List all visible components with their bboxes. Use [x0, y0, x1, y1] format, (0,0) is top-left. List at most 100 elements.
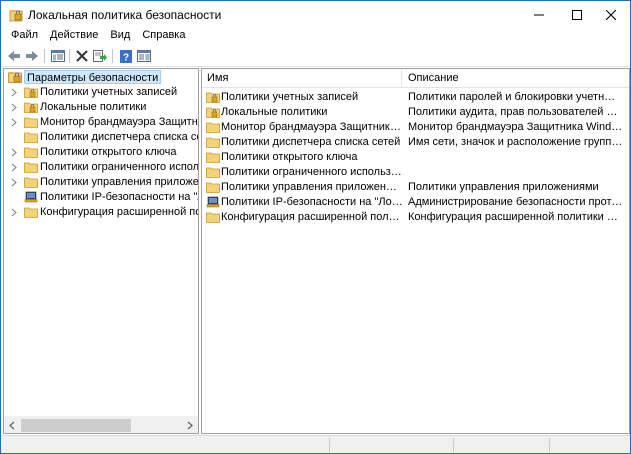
tree-item-ip-security[interactable]: Политики IP-безопасности на "Локальный к… [4, 190, 198, 205]
menu-file[interactable]: Файл [1, 29, 44, 45]
tree-item-network-list-manager[interactable]: Политики диспетчера списка сетей [4, 130, 198, 145]
status-divider [329, 438, 330, 452]
list-item[interactable]: Политики управления приложениями Политик… [202, 180, 629, 195]
tree-item-account-policies[interactable]: Политики учетных записей [4, 85, 198, 100]
list-item[interactable]: Политики открытого ключа [202, 150, 629, 165]
folder-icon [24, 177, 38, 188]
folder-icon [24, 147, 38, 158]
tree-item-label: Политики управления приложениями [40, 176, 199, 188]
folder-lock-icon [24, 102, 38, 113]
tree-item-application-control[interactable]: Политики управления приложениями [4, 175, 198, 190]
forward-button[interactable] [23, 47, 41, 65]
tree-item-label: Локальные политики [40, 101, 147, 113]
folder-lock-icon [24, 87, 38, 98]
horizontal-scrollbar[interactable] [4, 416, 198, 433]
forward-arrow-icon [26, 51, 38, 61]
menu-help[interactable]: Справка [136, 29, 191, 45]
status-bar [1, 435, 630, 453]
scroll-left-icon[interactable] [8, 421, 16, 430]
chevron-right-icon[interactable] [10, 208, 18, 217]
menu-view[interactable]: Вид [104, 29, 136, 45]
show-hide-tree-icon [51, 50, 65, 62]
show-hide-tree-button[interactable] [49, 47, 67, 65]
tree-item-advanced-audit[interactable]: Конфигурация расширенной политики аудита [4, 205, 198, 220]
folder-icon [206, 212, 220, 223]
chevron-right-icon[interactable] [10, 118, 18, 127]
status-divider [453, 438, 454, 452]
chevron-right-icon[interactable] [10, 103, 18, 112]
item-description: Монитор брандмауэра Защитника Windows в … [408, 121, 623, 133]
tree-item-label: Политики IP-безопасности на "Локальный к… [40, 191, 198, 203]
tree-item-label: Политики открытого ключа [40, 146, 177, 158]
list-item[interactable]: Конфигурация расширенной политики аудита… [202, 210, 629, 225]
export-list-icon [93, 50, 107, 62]
list-item[interactable]: Политики диспетчера списка сетей Имя сет… [202, 135, 629, 150]
item-description: Администрирование безопасности протокола… [408, 196, 623, 208]
toolbar-separator [44, 49, 45, 63]
item-description: Политики паролей и блокировки учетных за… [408, 91, 623, 103]
menu-action[interactable]: Действие [44, 29, 104, 45]
column-header-name[interactable]: Имя [202, 69, 402, 88]
folder-icon [24, 207, 38, 218]
chevron-right-icon[interactable] [10, 178, 18, 187]
tree-item-firewall-monitor[interactable]: Монитор брандмауэра Защитника Windows в … [4, 115, 198, 130]
chevron-right-icon[interactable] [10, 148, 18, 157]
details-list[interactable]: Имя Описание Политики учетных записей По… [201, 68, 630, 434]
folder-icon [206, 152, 220, 163]
list-item[interactable]: Монитор брандмауэра Защитника Windows в … [202, 120, 629, 135]
toolbar-separator [69, 49, 70, 63]
toolbar-separator [112, 49, 113, 63]
item-name: Политики ограниченного использования про… [221, 166, 403, 178]
folder-icon [24, 132, 38, 143]
item-name: Локальные политики [221, 106, 328, 118]
item-name: Конфигурация расширенной политики аудита [221, 211, 403, 223]
list-item[interactable]: Политики IP-безопасности на "Локальный к… [202, 195, 629, 210]
folder-icon [24, 162, 38, 173]
folder-lock-icon [206, 92, 220, 103]
tree-item-software-restriction[interactable]: Политики ограниченного использования про… [4, 160, 198, 175]
list-item[interactable]: Политики ограниченного использования про… [202, 165, 629, 180]
item-name: Монитор брандмауэра Защитника Windows в … [221, 121, 403, 133]
item-name: Политики учетных записей [221, 91, 359, 103]
close-button[interactable] [592, 1, 630, 29]
security-settings-icon [8, 72, 22, 83]
scroll-right-icon[interactable] [186, 421, 194, 430]
security-policy-icon [9, 10, 23, 22]
item-name: Политики управления приложениями [221, 181, 403, 193]
list-item[interactable]: Локальные политики Политики аудита, прав… [202, 105, 629, 120]
tree-root-item[interactable]: Параметры безопасности [4, 70, 198, 85]
scrollbar-thumb[interactable] [21, 419, 131, 432]
export-list-button[interactable] [91, 47, 109, 65]
delete-icon [76, 50, 88, 62]
menu-bar: Файл Действие Вид Справка [1, 29, 630, 45]
tree-item-public-key-policies[interactable]: Политики открытого ключа [4, 145, 198, 160]
tree-item-local-policies[interactable]: Локальные политики [4, 100, 198, 115]
help-icon: ? [120, 49, 132, 63]
folder-icon [206, 137, 220, 148]
properties-pane-button[interactable] [135, 47, 153, 65]
list-item[interactable]: Политики учетных записей Политики пароле… [202, 90, 629, 105]
column-header-description[interactable]: Описание [403, 69, 629, 88]
item-name: Политики диспетчера списка сетей [221, 136, 401, 148]
chevron-right-icon[interactable] [10, 88, 18, 97]
folder-icon [206, 167, 220, 178]
console-tree[interactable]: Параметры безопасности Политики учетных … [3, 68, 199, 434]
tree-root-label: Параметры безопасности [24, 70, 162, 84]
delete-button[interactable] [73, 47, 91, 65]
item-name: Политики открытого ключа [221, 151, 358, 163]
list-header: Имя Описание [202, 69, 629, 88]
tree-item-label: Политики ограниченного использования про… [40, 161, 199, 173]
folder-icon [206, 182, 220, 193]
back-button[interactable] [5, 47, 23, 65]
app-window: Локальная политика безопасности Файл Дей… [0, 0, 631, 454]
item-description: Политики аудита, прав пользователей и па… [408, 106, 623, 118]
ip-security-icon [24, 191, 38, 203]
folder-lock-icon [206, 107, 220, 118]
title-bar[interactable]: Локальная политика безопасности [1, 1, 630, 29]
window-title: Локальная политика безопасности [28, 8, 222, 22]
chevron-right-icon[interactable] [10, 163, 18, 172]
maximize-icon [572, 10, 582, 20]
folder-icon [24, 117, 38, 128]
help-button[interactable]: ? [117, 47, 135, 65]
tree-item-label: Политики учетных записей [40, 86, 178, 98]
